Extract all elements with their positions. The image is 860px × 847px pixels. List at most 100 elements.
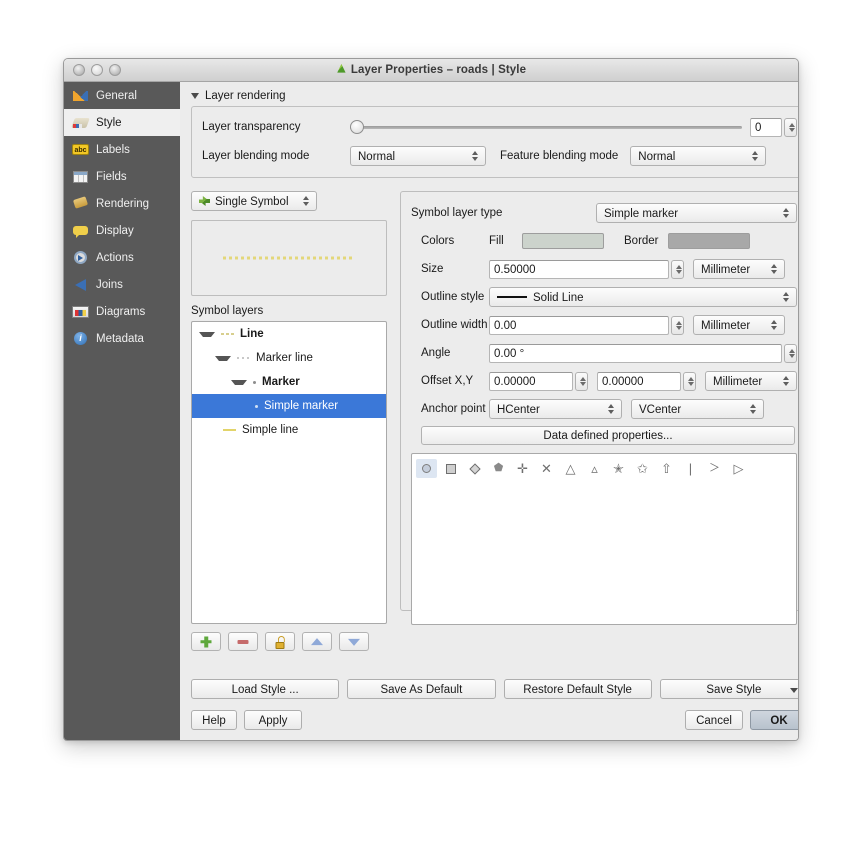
chevron-down-icon[interactable] [231, 379, 247, 385]
info-circle-icon [72, 331, 90, 347]
marker-shape-row: ⬟ ✛ ✕ △ ▵ ✭ ✩ ⇧ | ＞ ▷ [416, 459, 792, 478]
fill-label: Fill [489, 235, 504, 247]
ok-button[interactable]: OK [750, 710, 798, 730]
equilateral-triangle-marker-option[interactable]: ▵ [584, 459, 605, 478]
outline-width-row: Outline width 0.00 Millimeter [411, 314, 797, 336]
transparency-value-field[interactable]: 0 [750, 117, 782, 137]
slider-track [350, 126, 742, 129]
tree-item-marker-line[interactable]: Marker line [192, 346, 386, 370]
feature-blending-combo[interactable]: Normal [630, 146, 767, 166]
help-button[interactable]: Help [191, 710, 237, 730]
sidebar-item-labels[interactable]: Labels [64, 136, 180, 163]
offset-unit-combo[interactable]: Millimeter [705, 371, 797, 391]
tree-item-label: Simple marker [264, 400, 339, 412]
move-up-button[interactable] [302, 632, 332, 651]
circle-marker-option[interactable] [416, 459, 437, 478]
symbol-layer-type-combo[interactable]: Simple marker [596, 203, 797, 223]
border-label: Border [624, 235, 659, 247]
tree-item-line[interactable]: Line [192, 322, 386, 346]
marker-shape-gallery[interactable]: ⬟ ✛ ✕ △ ▵ ✭ ✩ ⇧ | ＞ ▷ [411, 453, 797, 625]
tree-item-label: Simple line [242, 424, 299, 436]
blending-row: Layer blending mode Normal Feature blend… [202, 145, 797, 167]
size-stepper[interactable] [671, 259, 684, 279]
symbol-layers-label: Symbol layers [191, 305, 264, 317]
move-down-button[interactable] [339, 632, 369, 651]
remove-symbol-layer-button[interactable] [228, 632, 258, 651]
sidebar-item-general[interactable]: General [64, 82, 180, 109]
arrowhead-marker-option[interactable]: ＞ [704, 459, 725, 478]
load-style-button[interactable]: Load Style ... [191, 679, 340, 699]
angle-stepper[interactable] [784, 343, 797, 363]
sidebar-item-diagrams[interactable]: Diagrams [64, 298, 180, 325]
star-marker-option[interactable]: ✭ [608, 459, 629, 478]
outline-width-stepper[interactable] [671, 315, 684, 335]
sidebar-item-metadata[interactable]: Metadata [64, 325, 180, 352]
offset-x-input[interactable]: 0.00000 [489, 371, 573, 391]
star-outline-marker-icon: ✩ [637, 461, 648, 476]
sidebar-item-actions[interactable]: Actions [64, 244, 180, 271]
lock-symbol-layer-button[interactable] [265, 632, 295, 651]
star-outline-marker-option[interactable]: ✩ [632, 459, 653, 478]
tree-item-label: Marker line [256, 352, 313, 364]
outline-width-unit-combo[interactable]: Millimeter [693, 315, 785, 335]
sidebar-item-fields[interactable]: Fields [64, 163, 180, 190]
gear-play-icon [72, 250, 90, 266]
filled-arrowhead-marker-option[interactable]: ▷ [728, 459, 749, 478]
transparency-slider[interactable] [350, 119, 742, 135]
data-defined-properties-button[interactable]: Data defined properties... [421, 426, 795, 445]
x-cross-marker-option[interactable]: ✕ [536, 459, 557, 478]
layer-blending-combo[interactable]: Normal [350, 146, 486, 166]
fill-color-swatch[interactable] [522, 233, 604, 249]
transparency-stepper[interactable] [784, 117, 797, 137]
tree-item-label: Line [240, 328, 264, 340]
chevron-down-icon [191, 93, 199, 99]
sidebar-item-label: Joins [96, 278, 123, 291]
add-symbol-layer-button[interactable] [191, 632, 221, 651]
size-input[interactable]: 0.50000 [489, 259, 669, 279]
chevron-down-icon[interactable] [199, 331, 215, 337]
anchor-horizontal-combo[interactable]: HCenter [489, 399, 622, 419]
tree-item-simple-marker[interactable]: Simple marker [192, 394, 386, 418]
outline-width-input[interactable]: 0.00 [489, 315, 669, 335]
symbol-right-column: Symbol layer type Simple marker Colors F… [400, 191, 798, 651]
x-cross-marker-icon: ✕ [541, 461, 552, 476]
restore-default-style-button[interactable]: Restore Default Style [503, 679, 652, 699]
outline-style-combo[interactable]: Solid Line [489, 287, 797, 307]
cross-marker-option[interactable]: ✛ [512, 459, 533, 478]
table-grid-icon [72, 169, 90, 185]
apply-button[interactable]: Apply [244, 710, 302, 730]
chevron-down-icon[interactable] [215, 355, 231, 361]
triangle-marker-option[interactable]: △ [560, 459, 581, 478]
offset-y-input[interactable]: 0.00000 [597, 371, 681, 391]
arrow-marker-option[interactable]: ⇧ [656, 459, 677, 478]
pentagon-marker-option[interactable]: ⬟ [488, 459, 509, 478]
size-label: Size [421, 263, 444, 275]
renderer-type-combo[interactable]: Single Symbol [191, 191, 317, 211]
style-button-row: Load Style ... Save As Default Restore D… [191, 679, 798, 699]
line-marker-option[interactable]: | [680, 459, 701, 478]
tree-item-marker[interactable]: Marker [192, 370, 386, 394]
cancel-button[interactable]: Cancel [685, 710, 743, 730]
layer-rendering-header[interactable]: Layer rendering [191, 90, 798, 102]
angle-input[interactable]: 0.00 ° [489, 343, 782, 363]
sidebar-item-rendering[interactable]: Rendering [64, 190, 180, 217]
border-color-swatch[interactable] [667, 233, 750, 249]
tree-item-simple-line[interactable]: Simple line [192, 418, 386, 442]
diamond-marker-option[interactable] [464, 459, 485, 478]
anchor-vertical-combo[interactable]: VCenter [631, 399, 764, 419]
sidebar-item-style[interactable]: Style [64, 109, 180, 136]
offset-y-stepper[interactable] [683, 371, 696, 391]
square-marker-option[interactable] [440, 459, 461, 478]
symbol-layers-tree[interactable]: Line Marker line Marker Simple marker Si… [191, 321, 387, 624]
size-unit-combo[interactable]: Millimeter [693, 259, 785, 279]
arrow-marker-icon: ⇧ [661, 461, 672, 476]
offset-x-stepper[interactable] [575, 371, 588, 391]
sidebar-item-display[interactable]: Display [64, 217, 180, 244]
action-button-row: Help Apply Cancel OK [191, 710, 798, 730]
sidebar-item-joins[interactable]: Joins [64, 271, 180, 298]
equilateral-triangle-marker-icon: ▵ [591, 461, 598, 476]
hammer-wrench-icon [72, 88, 90, 104]
slider-handle[interactable] [350, 120, 364, 134]
save-as-default-button[interactable]: Save As Default [347, 679, 496, 699]
save-style-button[interactable]: Save Style [659, 679, 798, 699]
